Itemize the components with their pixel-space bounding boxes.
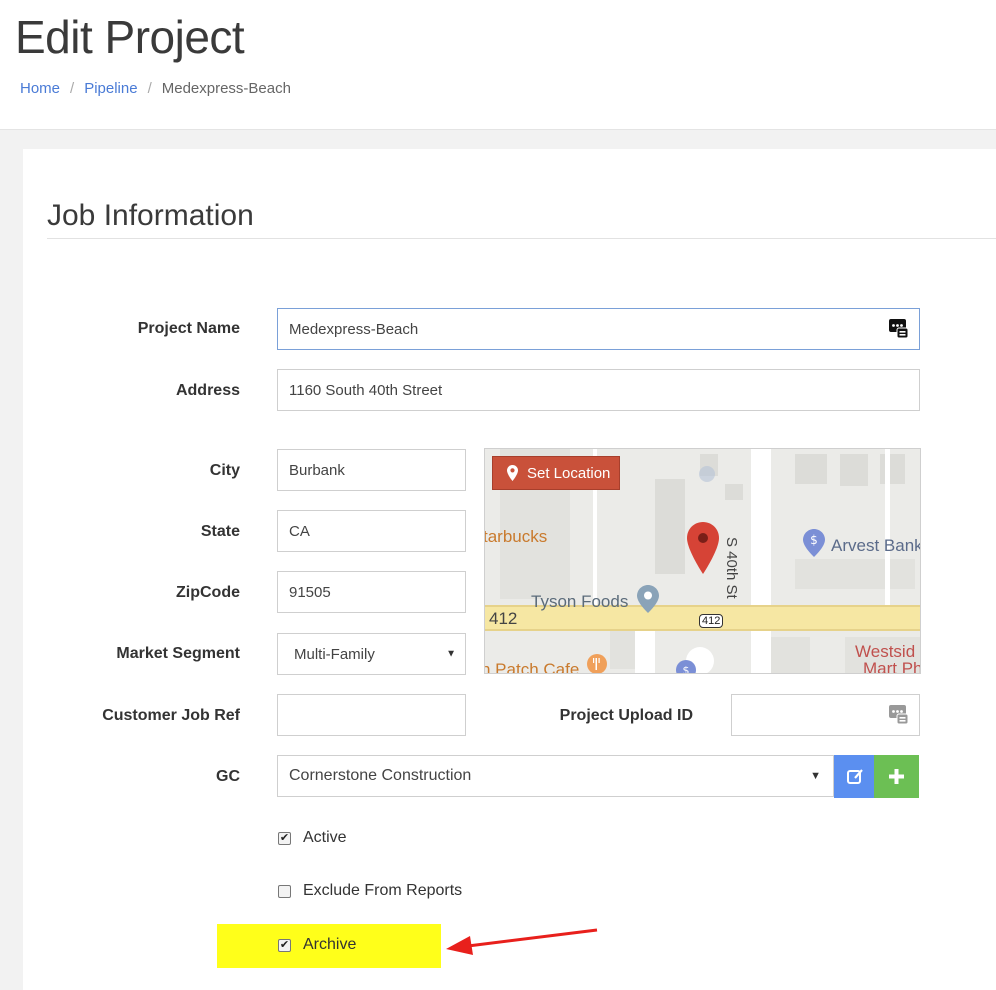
market-segment-label: Market Segment bbox=[116, 645, 240, 662]
map-marker-icon bbox=[507, 465, 518, 481]
market-segment-value: Multi-Family bbox=[294, 645, 375, 663]
location-map[interactable]: Set Location tarbucks Tyson Foods Arvest… bbox=[484, 448, 921, 674]
breadcrumb-current: Medexpress-Beach bbox=[161, 80, 291, 97]
map-hwy-shield: 412 bbox=[699, 614, 724, 628]
zipcode-label: ZipCode bbox=[176, 584, 240, 601]
exclude-from-reports-label: Exclude From Reports bbox=[303, 882, 463, 899]
gc-value: Cornerstone Construction bbox=[289, 767, 472, 784]
breadcrumb-home[interactable]: Home bbox=[20, 80, 60, 97]
job-information-card: Job Information Project Name Medexpress-… bbox=[23, 149, 996, 990]
page-header: Edit Project Home / Pipeline / Medexpres… bbox=[0, 0, 996, 130]
svg-text:$: $ bbox=[683, 664, 690, 674]
svg-text:$: $ bbox=[810, 533, 818, 547]
address-value: 1160 South 40th Street bbox=[289, 381, 443, 399]
zipcode-value: 91505 bbox=[289, 583, 331, 601]
city-value: Burbank bbox=[289, 461, 345, 479]
section-divider bbox=[47, 238, 996, 239]
archive-label: Archive bbox=[303, 936, 357, 953]
edit-icon bbox=[847, 768, 864, 785]
set-location-label: Set Location bbox=[527, 464, 611, 482]
archive-checkbox[interactable]: ✔ bbox=[278, 938, 291, 952]
plus-icon bbox=[889, 769, 904, 784]
state-label: State bbox=[200, 523, 240, 540]
breadcrumb-separator: / bbox=[70, 80, 75, 97]
market-segment-select[interactable]: Multi-Family ▼ bbox=[277, 633, 466, 675]
chevron-down-icon: ▼ bbox=[810, 770, 821, 782]
annotation-arrow bbox=[446, 928, 598, 955]
project-name-input[interactable]: Medexpress-Beach bbox=[277, 308, 920, 350]
page-title: Edit Project bbox=[15, 11, 245, 63]
edit-gc-button[interactable] bbox=[834, 755, 877, 798]
active-checkbox-row[interactable]: ✔ Active bbox=[278, 829, 347, 847]
city-label: City bbox=[209, 462, 240, 479]
project-upload-id-label: Project Upload ID bbox=[559, 707, 693, 724]
add-gc-button[interactable] bbox=[874, 755, 919, 798]
customer-job-ref-input[interactable] bbox=[277, 694, 466, 736]
map-label-westside-2: Mart Ph bbox=[863, 659, 921, 674]
exclude-from-reports-checkbox-row[interactable]: Exclude From Reports bbox=[278, 882, 462, 900]
archive-checkbox-row[interactable]: ✔ Archive bbox=[278, 936, 356, 954]
customer-job-ref-label: Customer Job Ref bbox=[102, 707, 240, 724]
exclude-from-reports-checkbox[interactable] bbox=[278, 884, 291, 898]
breadcrumb: Home / Pipeline / Medexpress-Beach bbox=[20, 80, 291, 97]
city-input[interactable]: Burbank bbox=[277, 449, 466, 491]
state-value: CA bbox=[289, 522, 310, 540]
map-label-tyson: Tyson Foods bbox=[531, 592, 629, 611]
set-location-button[interactable]: Set Location bbox=[492, 456, 620, 490]
active-label: Active bbox=[303, 829, 347, 846]
state-input[interactable]: CA bbox=[277, 510, 466, 552]
gc-select[interactable]: Cornerstone Construction ▼ bbox=[277, 755, 834, 797]
gc-label: GC bbox=[216, 768, 240, 785]
location-marker-icon[interactable] bbox=[687, 522, 719, 574]
zipcode-input[interactable]: 91505 bbox=[277, 571, 466, 613]
map-label-arvest: Arvest Bank bbox=[831, 536, 921, 555]
place-pin-icon bbox=[637, 585, 659, 613]
breadcrumb-pipeline[interactable]: Pipeline bbox=[84, 80, 137, 97]
address-input[interactable]: 1160 South 40th Street bbox=[277, 369, 920, 411]
active-checkbox[interactable]: ✔ bbox=[278, 831, 291, 845]
restaurant-pin-icon bbox=[587, 654, 607, 673]
map-label-hwy: 412 bbox=[489, 609, 518, 628]
map-label-street: S 40th St bbox=[723, 537, 740, 599]
bank-pin-icon: $ bbox=[803, 529, 825, 557]
section-title: Job Information bbox=[47, 199, 254, 232]
address-label: Address bbox=[175, 382, 240, 399]
project-name-value: Medexpress-Beach bbox=[289, 320, 419, 338]
breadcrumb-separator: / bbox=[147, 80, 152, 97]
project-upload-id-input[interactable] bbox=[731, 694, 920, 736]
password-manager-icon[interactable] bbox=[889, 318, 909, 340]
password-manager-icon-2[interactable] bbox=[889, 704, 909, 726]
map-label-patch-cafe: n Patch Cafe bbox=[484, 660, 580, 674]
bank-pin-icon-2: $ bbox=[676, 660, 696, 674]
project-name-label: Project Name bbox=[137, 320, 240, 337]
chevron-down-icon: ▼ bbox=[446, 648, 456, 660]
map-label-starbucks: tarbucks bbox=[484, 527, 548, 546]
